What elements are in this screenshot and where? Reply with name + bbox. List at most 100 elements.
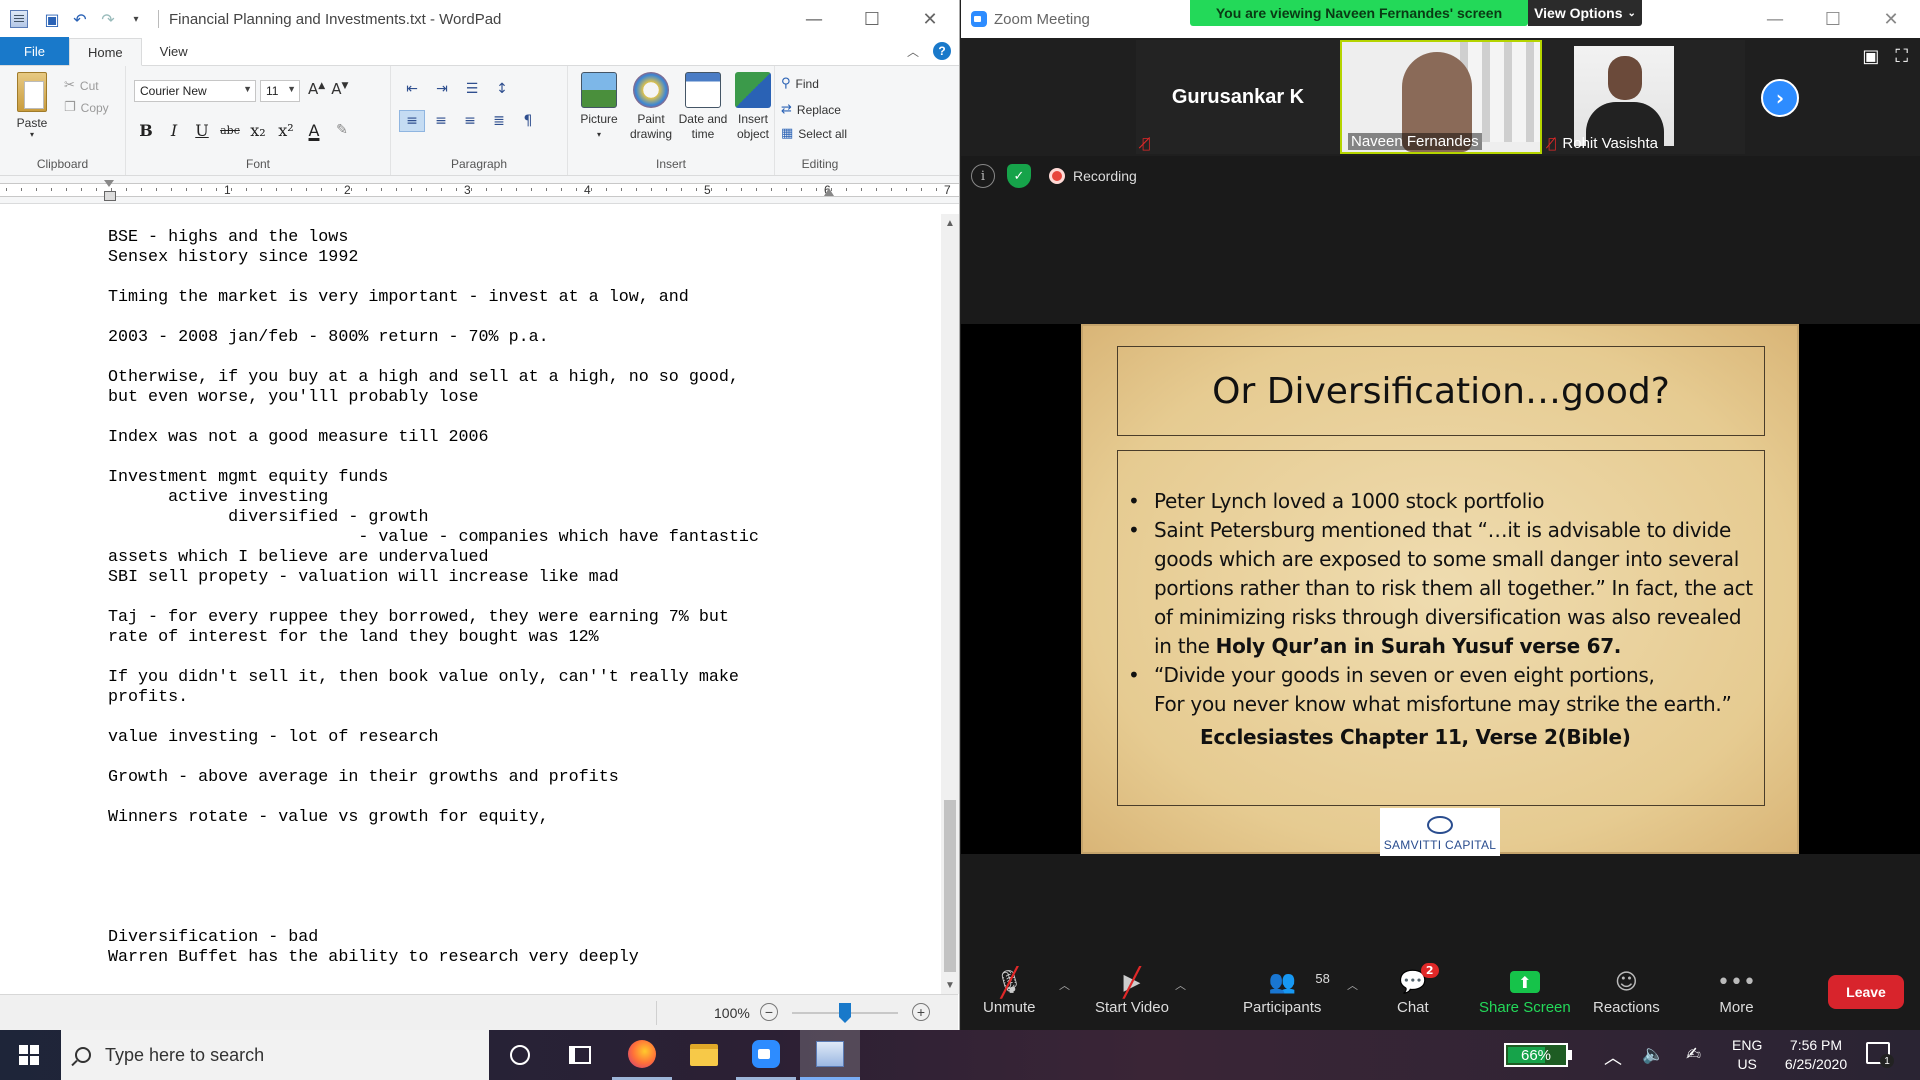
scroll-thumb[interactable] (944, 800, 956, 972)
start-button[interactable] (0, 1030, 58, 1080)
date-time-button[interactable]: Date and time (678, 72, 728, 142)
paste-dropdown-icon[interactable]: ▾ (12, 130, 52, 139)
security-shield-icon[interactable]: ✓ (1007, 164, 1031, 188)
document-line[interactable]: Sensex history since 1992 (108, 248, 759, 268)
document-line[interactable] (108, 828, 759, 848)
document-line[interactable]: If you didn't sell it, then book value o… (108, 668, 759, 688)
cortana-button[interactable] (490, 1030, 550, 1080)
justify-icon[interactable]: ≣ (486, 110, 512, 132)
document-line[interactable]: Diversification - bad (108, 928, 759, 948)
highlight-button[interactable]: ✎ (330, 118, 354, 142)
document-line[interactable]: Otherwise, if you buy at a high and sell… (108, 368, 759, 388)
participants-caret-icon[interactable]: ︿ (1347, 977, 1358, 993)
text-color-button[interactable]: A (302, 118, 326, 142)
help-icon[interactable]: ? (933, 42, 951, 60)
close-icon[interactable]: ✕ (901, 0, 959, 38)
document-line[interactable] (108, 708, 759, 728)
document-line[interactable] (108, 588, 759, 608)
video-options-caret-icon[interactable]: ︿ (1175, 977, 1186, 993)
document-line[interactable]: Warren Buffet has the ability to researc… (108, 948, 759, 968)
reactions-button[interactable]: ☺ Reactions (1593, 965, 1660, 1017)
decrease-indent-icon[interactable]: ⇤ (399, 78, 425, 100)
redo-icon[interactable]: ↷ (98, 9, 118, 29)
participants-button[interactable]: 👥 58 Participants (1243, 965, 1330, 1017)
align-center-icon[interactable]: ≡ (428, 110, 454, 132)
fullscreen-icon[interactable]: ⛶ (1895, 46, 1908, 67)
document-line[interactable]: 2003 - 2008 jan/feb - 800% return - 70% … (108, 328, 759, 348)
document-line[interactable]: assets which I believe are undervalued (108, 548, 759, 568)
bold-button[interactable]: B (134, 118, 158, 142)
document-area[interactable]: BSE - highs and the lows Sensex history s… (0, 214, 941, 994)
maximize-icon[interactable]: ☐ (1804, 0, 1862, 38)
align-left-icon[interactable]: ≡ (399, 110, 425, 132)
document-line[interactable]: SBI sell propety - valuation will increa… (108, 568, 759, 588)
document-line[interactable] (108, 408, 759, 428)
document-line[interactable] (108, 348, 759, 368)
save-icon[interactable]: ▣ (42, 9, 62, 29)
document-line[interactable] (108, 308, 759, 328)
underline-button[interactable]: U (190, 118, 214, 142)
gallery-layout-icon[interactable]: ▣ (1862, 46, 1879, 67)
document-line[interactable]: - value - companies which have fantastic (108, 528, 759, 548)
document-line[interactable] (108, 908, 759, 928)
zoom-in-icon[interactable]: + (912, 1003, 930, 1021)
copy-button[interactable]: ❐ Copy (64, 100, 109, 115)
leave-button[interactable]: Leave (1828, 975, 1904, 1009)
document-line[interactable] (108, 448, 759, 468)
right-indent-marker[interactable] (824, 188, 834, 196)
tab-view[interactable]: View (142, 37, 206, 65)
view-options-button[interactable]: View Options ⌄ (1528, 0, 1642, 26)
document-line[interactable]: Taj - for every ruppee they borrowed, th… (108, 608, 759, 628)
strikethrough-button[interactable]: abc (218, 118, 242, 142)
next-page-icon[interactable]: › (1761, 79, 1799, 117)
participant-tile[interactable]: 🎙̸ Rohit Vasishta (1542, 40, 1745, 154)
vertical-scrollbar[interactable]: ▲ ▼ (941, 214, 959, 994)
more-button[interactable]: ••• More (1717, 965, 1756, 1017)
zoom-out-icon[interactable]: − (760, 1003, 778, 1021)
document-line[interactable] (108, 268, 759, 288)
battery-indicator[interactable]: 66% (1504, 1043, 1568, 1067)
document-line[interactable] (108, 848, 759, 868)
document-line[interactable]: BSE - highs and the lows (108, 228, 759, 248)
document-line[interactable]: Winners rotate - value vs growth for equ… (108, 808, 759, 828)
participant-tile-active-speaker[interactable]: Naveen Fernandes (1340, 40, 1542, 154)
paragraph-settings-icon[interactable]: ¶ (515, 110, 541, 132)
unmute-button[interactable]: 🎙 ╱ Unmute (983, 965, 1036, 1017)
document-line[interactable] (108, 868, 759, 888)
participant-tile[interactable]: Gurusankar K 🎙̸ (1136, 40, 1340, 154)
pen-icon[interactable]: ✍ (1686, 1044, 1701, 1065)
line-spacing-icon[interactable]: ↕ (489, 78, 515, 100)
chevron-up-icon[interactable]: ︿ (1604, 1044, 1622, 1070)
audio-options-caret-icon[interactable]: ︿ (1059, 977, 1070, 993)
tab-file[interactable]: File (0, 37, 69, 65)
maximize-icon[interactable]: ☐ (843, 0, 901, 38)
taskbar-app-wordpad[interactable] (800, 1030, 860, 1080)
document-line[interactable] (108, 888, 759, 908)
share-screen-button[interactable]: ⬆ Share Screen (1479, 965, 1571, 1016)
close-icon[interactable]: ✕ (1862, 0, 1920, 38)
info-icon[interactable]: i (971, 164, 995, 188)
volume-icon[interactable]: 🔈 (1642, 1044, 1664, 1065)
shrink-font-icon[interactable]: A▼ (331, 80, 348, 98)
subscript-button[interactable]: x₂ (246, 118, 270, 142)
document-line[interactable]: Index was not a good measure till 2006 (108, 428, 759, 448)
taskbar-app-zoom[interactable] (736, 1030, 796, 1080)
paint-drawing-button[interactable]: Paint drawing (626, 72, 676, 142)
undo-icon[interactable]: ↶ (70, 9, 90, 29)
document-line[interactable]: Investment mgmt equity funds (108, 468, 759, 488)
paste-button[interactable]: Paste ▾ (12, 72, 52, 139)
bullet-list-icon[interactable]: ☰ (459, 78, 485, 100)
task-view-button[interactable] (550, 1030, 610, 1080)
align-right-icon[interactable]: ≡ (457, 110, 483, 132)
language-indicator[interactable]: ENG US (1732, 1036, 1762, 1074)
collapse-ribbon-icon[interactable]: ︿ (907, 43, 919, 60)
replace-button[interactable]: ⇄ Replace (781, 102, 841, 117)
zoom-slider-thumb[interactable] (839, 1003, 851, 1023)
scroll-down-icon[interactable]: ▼ (941, 976, 959, 994)
document-line[interactable]: rate of interest for the land they bough… (108, 628, 759, 648)
customize-qat-icon[interactable]: ▾ (126, 9, 146, 29)
superscript-button[interactable]: x² (274, 118, 298, 142)
increase-indent-icon[interactable]: ⇥ (429, 78, 455, 100)
left-indent-marker[interactable] (104, 180, 116, 202)
taskbar-app-firefox[interactable] (612, 1030, 672, 1080)
